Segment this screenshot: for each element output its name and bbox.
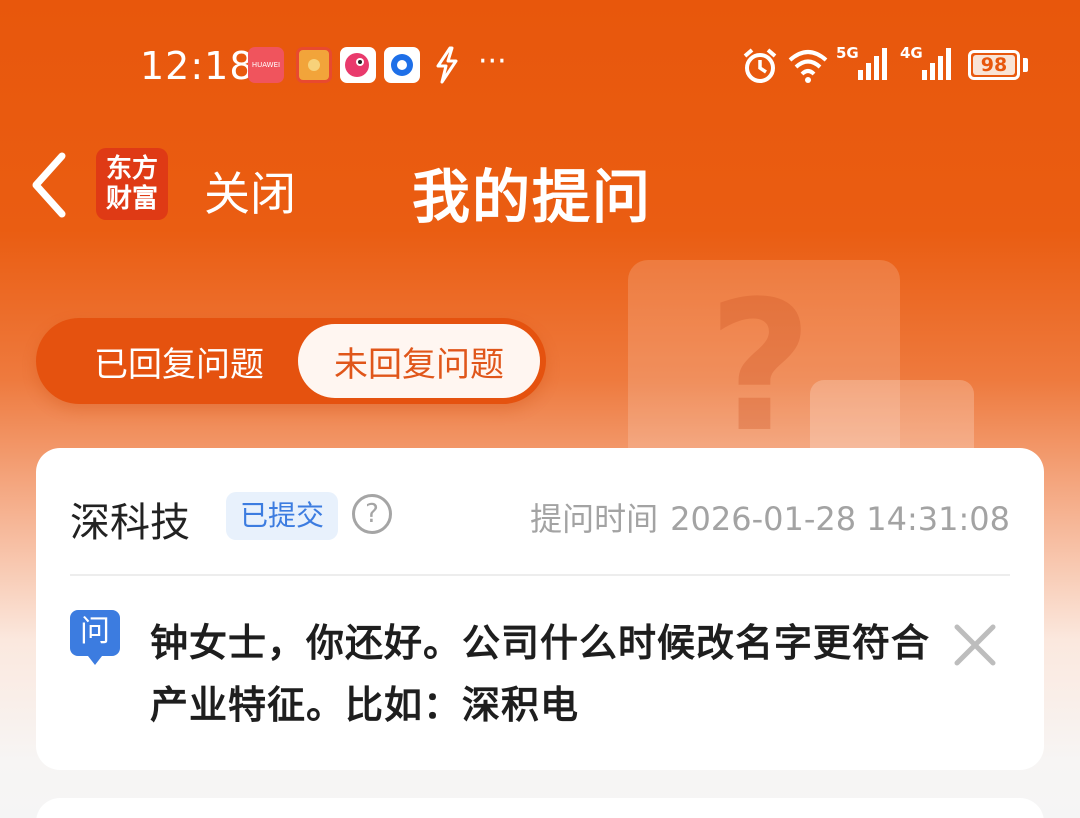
- chevron-left-icon: [32, 152, 66, 218]
- signal-5g-icon: 5G: [836, 44, 890, 84]
- battery-icon: 98: [968, 50, 1020, 80]
- question-badge-label: 问: [80, 614, 110, 649]
- delete-question-button[interactable]: [952, 622, 998, 668]
- question-mark-illustration-icon: ?: [708, 263, 813, 472]
- battery-tip: [1023, 58, 1028, 72]
- close-icon: [954, 624, 996, 666]
- status-badge: 已提交: [226, 492, 339, 540]
- status-time: 12:18: [140, 44, 255, 88]
- red-envelope-icon: [296, 47, 332, 83]
- ask-time-value: 2026-01-28 14:31:08: [670, 500, 1010, 538]
- question-text: 钟女士，你还好。公司什么时候改名字更符合产业特征。比如：深积电: [150, 621, 931, 727]
- tab-replied[interactable]: 已回复问题: [54, 318, 304, 404]
- bird-app-icon: [340, 47, 376, 83]
- wifi-icon: [786, 46, 830, 90]
- signal-4g-icon: 4G: [900, 44, 954, 84]
- blue-ring-app-icon: [384, 47, 420, 83]
- tab-unreplied[interactable]: 未回复问题: [298, 324, 540, 398]
- eastmoney-logo: 东方 财富: [96, 148, 168, 220]
- lightning-icon: [432, 46, 462, 88]
- ask-time-label: 提问时间: [530, 500, 659, 538]
- back-button[interactable]: [26, 150, 76, 220]
- question-badge-icon: 问: [70, 610, 120, 666]
- huawei-appgallery-icon: HUAWEI: [248, 47, 284, 83]
- next-question-card[interactable]: [36, 798, 1044, 818]
- more-dots-icon: ···: [478, 44, 507, 79]
- help-icon[interactable]: ?: [352, 494, 392, 534]
- stock-name[interactable]: 深科技: [70, 490, 190, 548]
- logo-line-2: 财富: [105, 184, 158, 214]
- divider: [70, 574, 1010, 576]
- logo-line-1: 东方: [105, 154, 158, 184]
- ask-time: 提问时间 2026-01-28 14:31:08: [530, 494, 1010, 540]
- huawei-label: HUAWEI: [251, 61, 281, 69]
- alarm-icon: [740, 46, 780, 90]
- battery-level: 98: [973, 54, 1015, 76]
- close-button[interactable]: 关闭: [204, 158, 296, 224]
- question-tabs: 已回复问题 未回复问题: [36, 318, 546, 404]
- status-bar: 12:18 HUAWEI ··· 5G 4G 98: [0, 0, 1080, 130]
- page-title: 我的提问: [412, 163, 653, 231]
- question-card[interactable]: 深科技 已提交 ? 提问时间 2026-01-28 14:31:08 问 钟女士，…: [36, 448, 1044, 770]
